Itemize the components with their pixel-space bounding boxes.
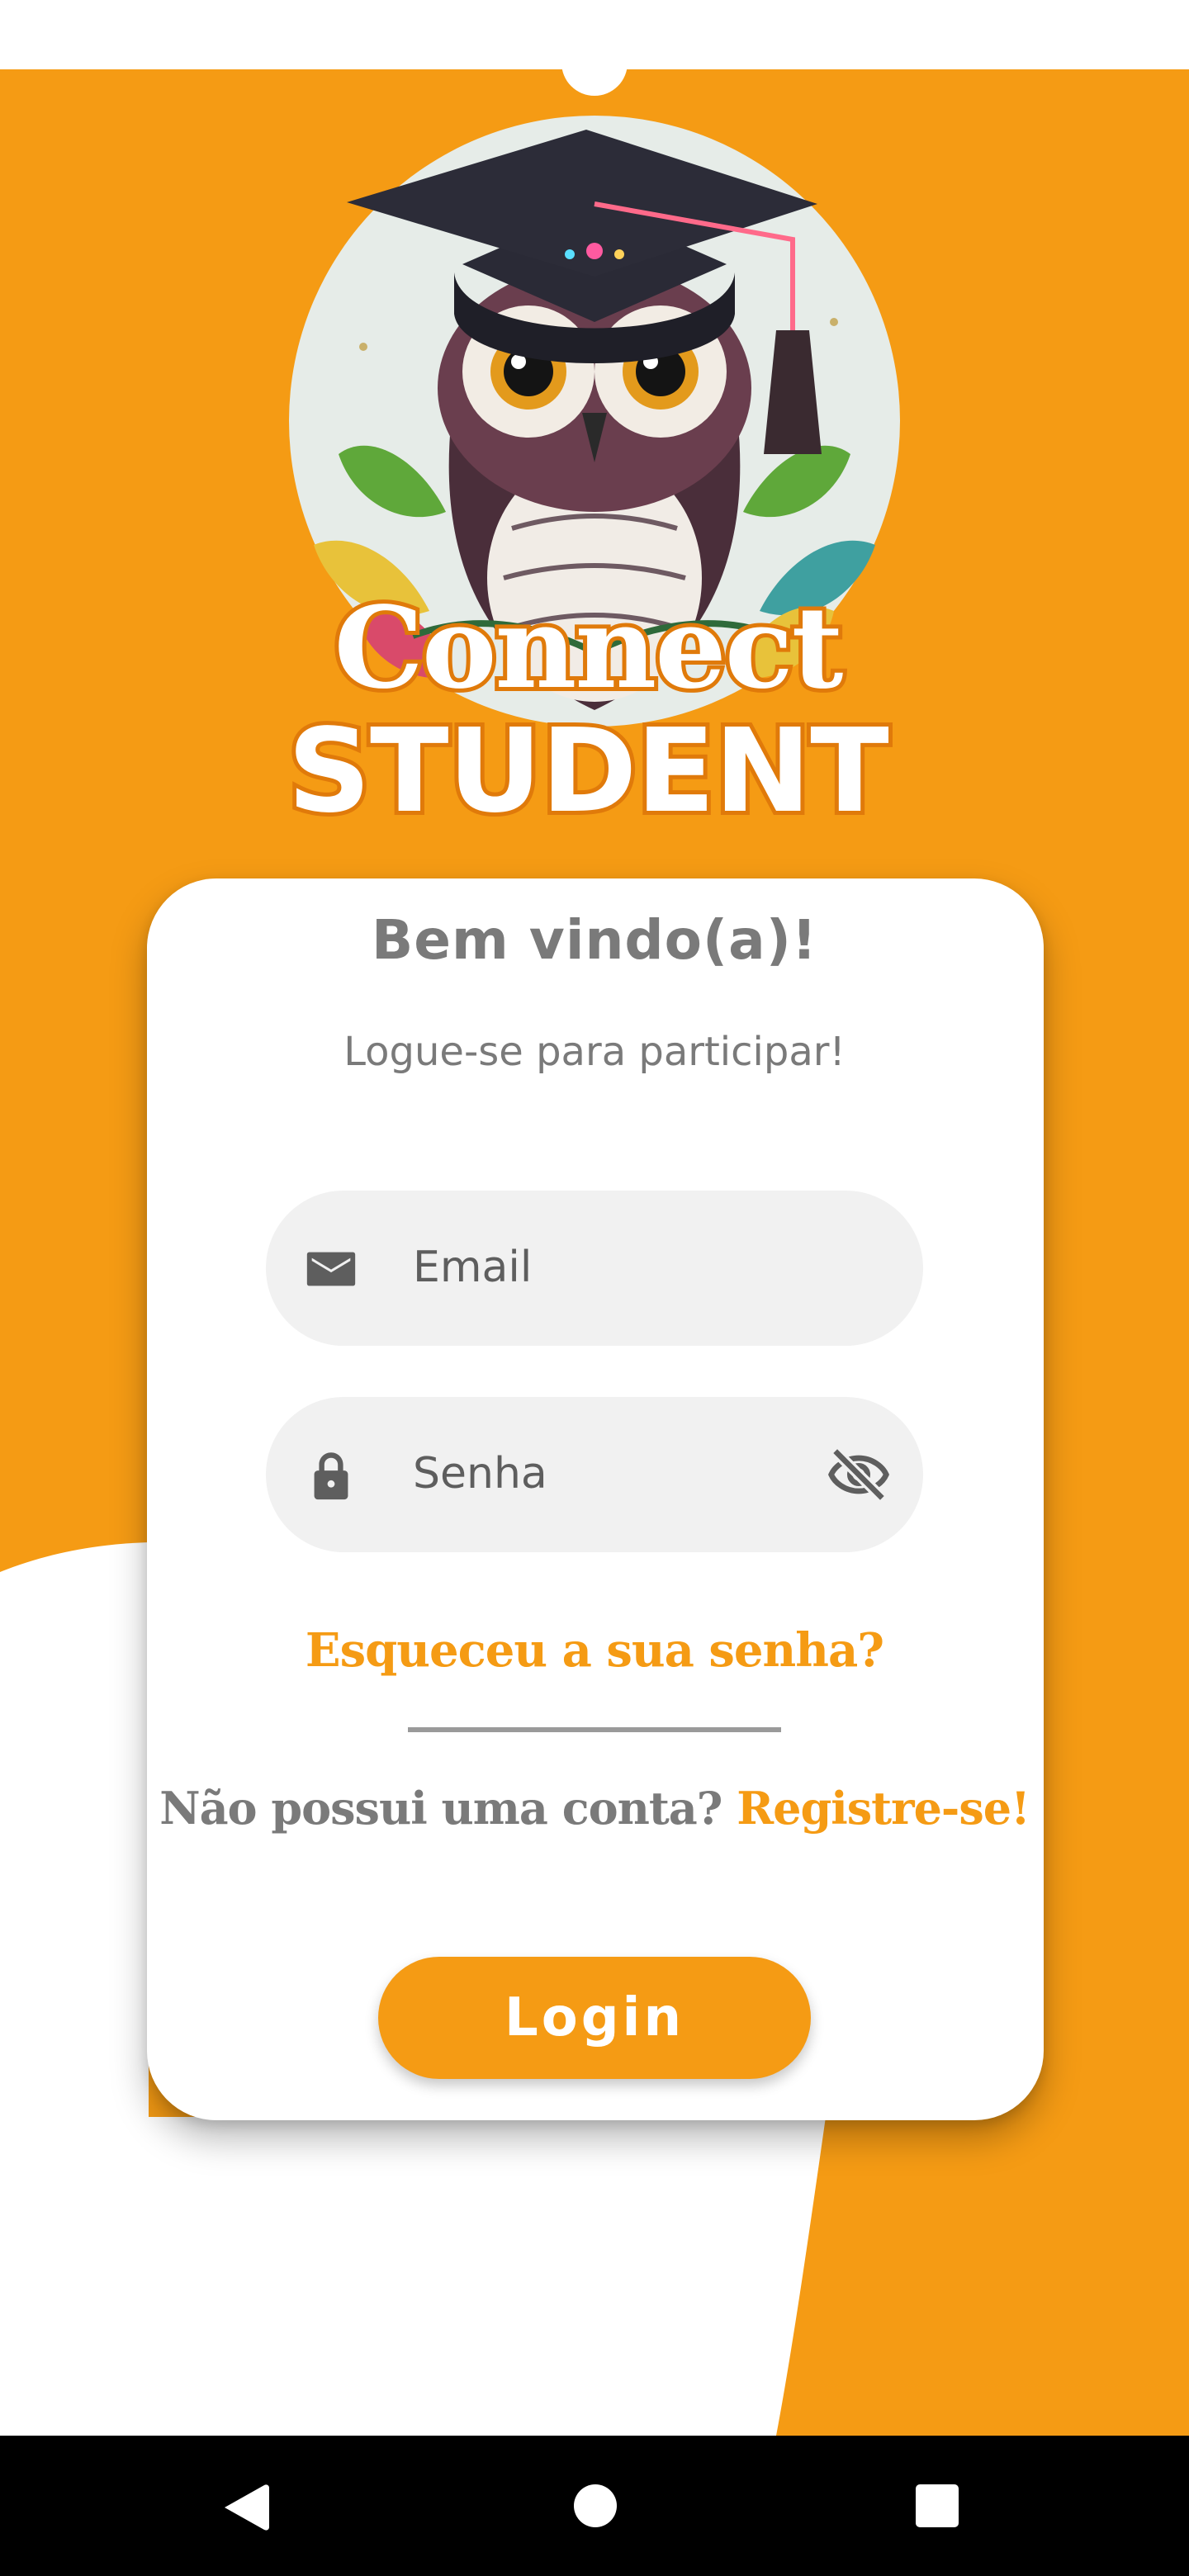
forgot-password-link[interactable]: Esqueceu a sua senha? [0,1623,1189,1678]
recents-icon[interactable] [915,2484,959,2528]
email-placeholder: Email [413,1243,533,1292]
lock-icon [314,1452,348,1500]
envelope-icon [306,1252,356,1286]
app-name-line2: STUDENT [287,704,888,834]
home-icon[interactable] [573,2484,618,2528]
login-subtitle: Logue-se para participar! [343,1029,846,1075]
no-account-prompt: Não possui uma conta? [159,1782,722,1835]
divider [408,1727,781,1732]
eye-off-icon[interactable] [826,1442,892,1508]
owl-logo: . Connect STUDENT [283,116,900,834]
register-link[interactable]: Registre-se! [737,1782,1030,1835]
email-field[interactable]: Email [266,1191,923,1346]
register-line: Não possui uma conta? Registre-se! [0,1782,1189,1835]
app-name-line1: Connect [334,582,844,714]
login-button[interactable]: Login [378,1957,811,2079]
back-icon[interactable] [221,2482,271,2533]
welcome-title: Bem vindo(a)! [371,908,817,972]
password-placeholder: Senha [413,1449,547,1499]
password-field[interactable]: Senha [266,1397,923,1552]
